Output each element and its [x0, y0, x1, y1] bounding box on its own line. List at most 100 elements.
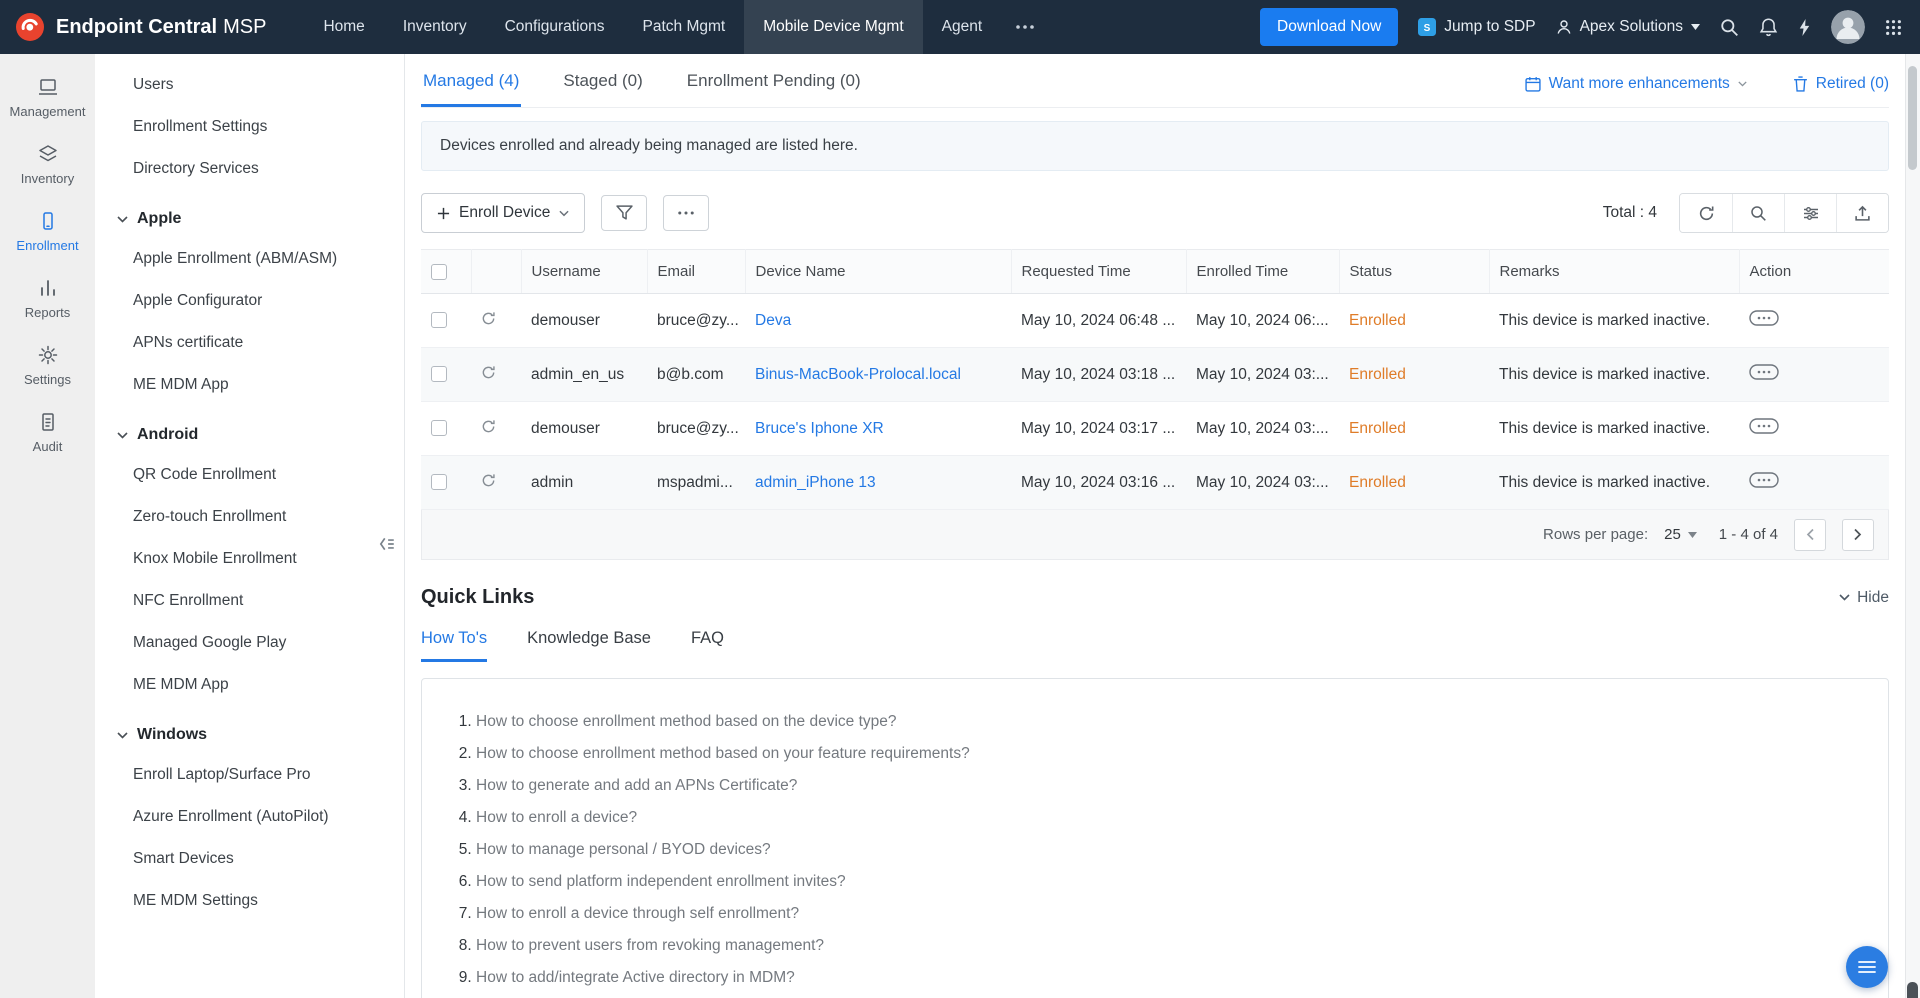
apps-grid-icon[interactable]: [1885, 19, 1902, 36]
rows-per-page-select[interactable]: 25: [1664, 526, 1697, 543]
sidebar-section-apple[interactable]: Apple: [95, 190, 404, 238]
device-name-link[interactable]: Bruce's Iphone XR: [755, 420, 884, 437]
account-menu[interactable]: Apex Solutions: [1556, 18, 1700, 36]
row-actions-button[interactable]: [1749, 310, 1779, 326]
rail-item-enrollment[interactable]: Enrollment: [0, 198, 95, 265]
search-button[interactable]: [1732, 194, 1784, 232]
retired-link[interactable]: Retired (0): [1793, 75, 1889, 93]
sidebar-collapse-button[interactable]: [378, 532, 402, 556]
sidebar-item-zero-touch-enrollment[interactable]: Zero-touch Enrollment: [95, 496, 404, 538]
nav-item-mobile-device-mgmt[interactable]: Mobile Device Mgmt: [744, 0, 922, 54]
row-actions-button[interactable]: [1749, 364, 1779, 380]
page-scrollbar[interactable]: [1905, 54, 1920, 998]
nav-item-configurations[interactable]: Configurations: [486, 0, 624, 54]
sidebar-section-android[interactable]: Android: [95, 406, 404, 454]
howto-link[interactable]: How to manage personal / BYOD devices?: [476, 841, 1858, 859]
rail-item-audit[interactable]: Audit: [0, 399, 95, 466]
filter-columns-button[interactable]: [1784, 194, 1836, 232]
select-all-checkbox[interactable]: [431, 264, 447, 280]
howto-link[interactable]: How to enroll a device through self enro…: [476, 905, 1858, 923]
sidebar-item-smart-devices[interactable]: Smart Devices: [95, 838, 404, 880]
sidebar-item-azure-enrollment-autopilot[interactable]: Azure Enrollment (AutoPilot): [95, 796, 404, 838]
sidebar-item-apple-configurator[interactable]: Apple Configurator: [95, 280, 404, 322]
col-username[interactable]: Username: [521, 250, 647, 294]
table-row[interactable]: demouser bruce@zy... Deva May 10, 2024 0…: [421, 294, 1889, 348]
howto-link[interactable]: How to choose enrollment method based on…: [476, 713, 1858, 731]
nav-more-button[interactable]: [1001, 0, 1049, 54]
tab-enrollment-pending[interactable]: Enrollment Pending (0): [685, 54, 863, 107]
next-page-button[interactable]: [1842, 519, 1874, 551]
quick-actions-lightning-icon[interactable]: [1798, 18, 1811, 37]
howto-link[interactable]: How to generate and add an APNs Certific…: [476, 777, 1858, 795]
download-now-button[interactable]: Download Now: [1260, 8, 1398, 46]
sidebar-item-me-mdm-app-apple[interactable]: ME MDM App: [95, 364, 404, 406]
sidebar-item-enrollment-settings[interactable]: Enrollment Settings: [95, 106, 404, 148]
howto-link[interactable]: How to prevent users from revoking manag…: [476, 937, 1858, 955]
rail-item-settings[interactable]: Settings: [0, 332, 95, 399]
device-name-link[interactable]: Binus-MacBook-Prolocal.local: [755, 366, 961, 383]
nav-item-agent[interactable]: Agent: [923, 0, 1002, 54]
hide-quick-links-link[interactable]: Hide: [1839, 589, 1889, 607]
floating-menu-button[interactable]: [1846, 946, 1888, 988]
want-more-enhancements-link[interactable]: Want more enhancements: [1525, 75, 1747, 93]
rail-item-management[interactable]: Management: [0, 64, 95, 131]
more-actions-button[interactable]: [663, 195, 709, 231]
scrollbar-thumb[interactable]: [1908, 66, 1917, 170]
sidebar-item-directory-services[interactable]: Directory Services: [95, 148, 404, 190]
row-checkbox[interactable]: [431, 312, 447, 328]
table-row[interactable]: admin_en_us b@b.com Binus-MacBook-Proloc…: [421, 348, 1889, 402]
row-checkbox[interactable]: [431, 474, 447, 490]
sidebar-item-enroll-laptop-surface-pro[interactable]: Enroll Laptop/Surface Pro: [95, 754, 404, 796]
sidebar-item-me-mdm-app-android[interactable]: ME MDM App: [95, 664, 404, 706]
table-row[interactable]: admin mspadmi... admin_iPhone 13 May 10,…: [421, 456, 1889, 510]
sync-icon[interactable]: [481, 419, 496, 434]
filter-button[interactable]: [601, 195, 647, 231]
table-row[interactable]: demouser bruce@zy... Bruce's Iphone XR M…: [421, 402, 1889, 456]
col-status[interactable]: Status: [1339, 250, 1489, 294]
sidebar-section-windows[interactable]: Windows: [95, 706, 404, 754]
col-enrolled-time[interactable]: Enrolled Time: [1186, 250, 1339, 294]
export-button[interactable]: [1836, 194, 1888, 232]
sidebar-item-apple-enrollment-abm-asm[interactable]: Apple Enrollment (ABM/ASM): [95, 238, 404, 280]
sidebar-item-me-mdm-settings[interactable]: ME MDM Settings: [95, 880, 404, 922]
tab-knowledge-base[interactable]: Knowledge Base: [527, 629, 651, 662]
howto-link[interactable]: How to choose enrollment method based on…: [476, 745, 1858, 763]
rail-item-inventory[interactable]: Inventory: [0, 131, 95, 198]
sidebar-item-users[interactable]: Users: [95, 64, 404, 106]
sidebar-item-nfc-enrollment[interactable]: NFC Enrollment: [95, 580, 404, 622]
row-actions-button[interactable]: [1749, 472, 1779, 488]
nav-item-patch-mgmt[interactable]: Patch Mgmt: [624, 0, 745, 54]
sidebar-item-knox-mobile-enrollment[interactable]: Knox Mobile Enrollment: [95, 538, 404, 580]
nav-item-inventory[interactable]: Inventory: [384, 0, 486, 54]
prev-page-button[interactable]: [1794, 519, 1826, 551]
col-email[interactable]: Email: [647, 250, 745, 294]
nav-item-home[interactable]: Home: [304, 0, 383, 54]
notifications-bell-icon[interactable]: [1759, 17, 1778, 37]
sidebar-item-qr-code-enrollment[interactable]: QR Code Enrollment: [95, 454, 404, 496]
col-remarks[interactable]: Remarks: [1489, 250, 1739, 294]
sidebar-item-apns-certificate[interactable]: APNs certificate: [95, 322, 404, 364]
enroll-device-button[interactable]: Enroll Device: [421, 193, 585, 233]
sync-icon[interactable]: [481, 473, 496, 488]
row-actions-button[interactable]: [1749, 418, 1779, 434]
tab-managed[interactable]: Managed (4): [421, 54, 521, 107]
col-requested-time[interactable]: Requested Time: [1011, 250, 1186, 294]
search-icon[interactable]: [1720, 18, 1739, 37]
sync-icon[interactable]: [481, 311, 496, 326]
tab-staged[interactable]: Staged (0): [561, 54, 644, 107]
howto-link[interactable]: How to enroll a device?: [476, 809, 1858, 827]
device-name-link[interactable]: admin_iPhone 13: [755, 474, 876, 491]
howto-link[interactable]: How to send platform independent enrollm…: [476, 873, 1858, 891]
row-checkbox[interactable]: [431, 420, 447, 436]
jump-to-sdp-link[interactable]: S Jump to SDP: [1418, 18, 1535, 36]
rail-item-reports[interactable]: Reports: [0, 265, 95, 332]
sidebar-item-managed-google-play[interactable]: Managed Google Play: [95, 622, 404, 664]
tab-faq[interactable]: FAQ: [691, 629, 724, 662]
howto-link[interactable]: How to add/integrate Active directory in…: [476, 969, 1858, 987]
refresh-button[interactable]: [1680, 194, 1732, 232]
avatar[interactable]: [1831, 10, 1865, 44]
col-device-name[interactable]: Device Name: [745, 250, 1011, 294]
row-checkbox[interactable]: [431, 366, 447, 382]
device-name-link[interactable]: Deva: [755, 312, 791, 329]
sync-icon[interactable]: [481, 365, 496, 380]
